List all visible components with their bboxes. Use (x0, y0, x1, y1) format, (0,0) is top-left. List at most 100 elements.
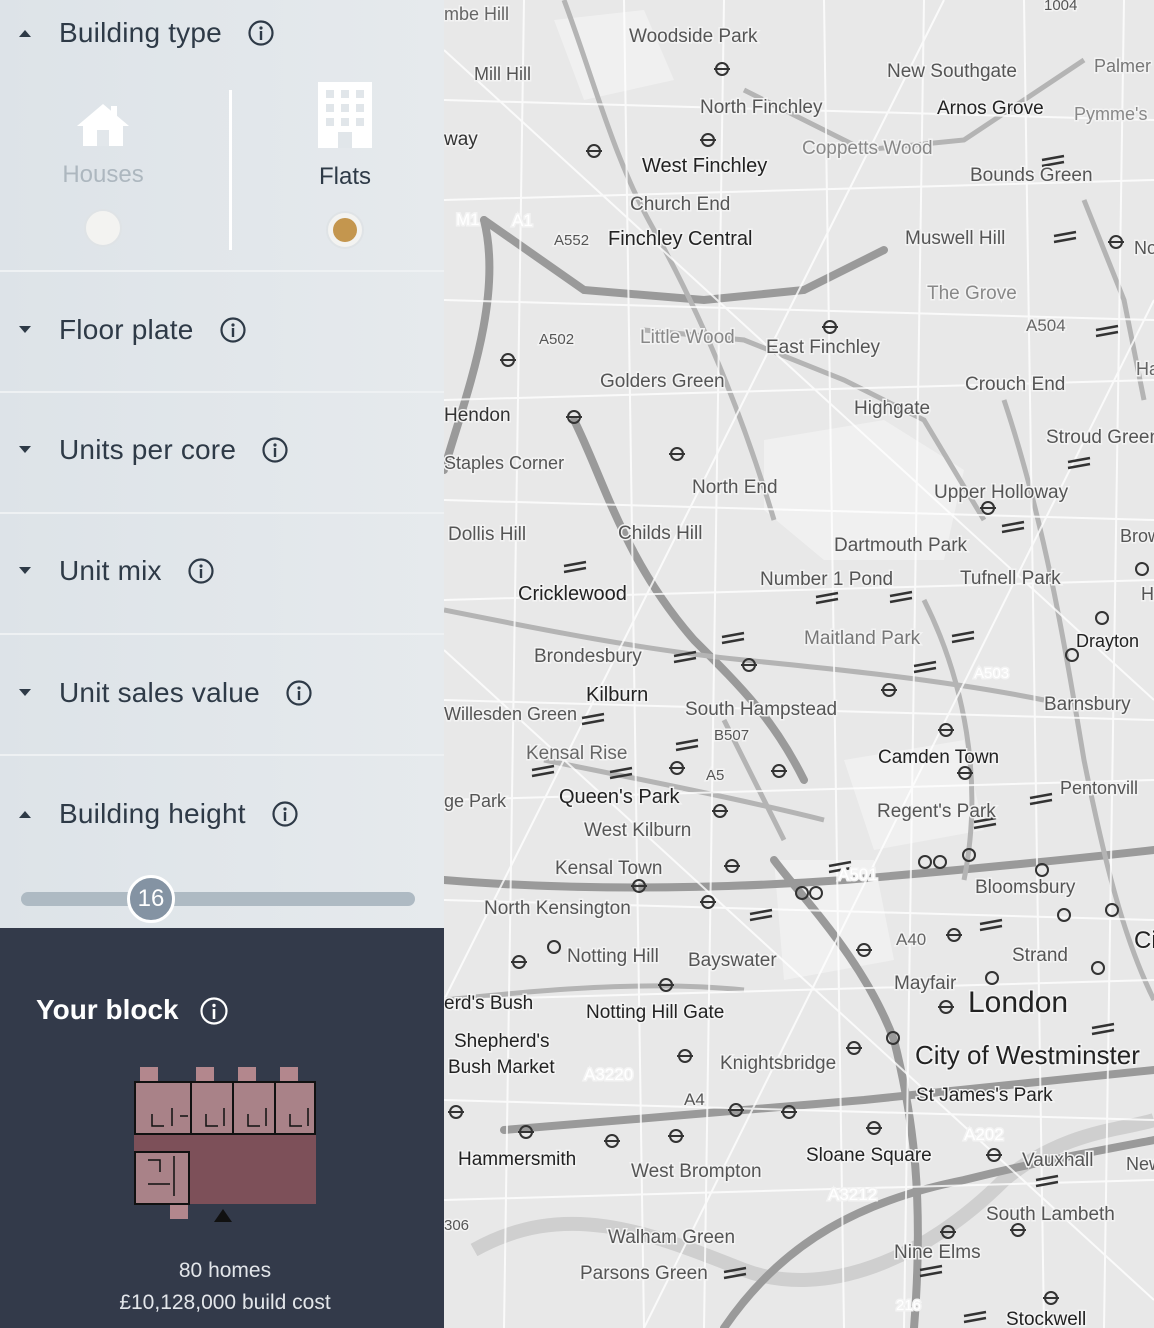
map-place-label: Mayfair (894, 973, 957, 994)
map-place-label: New Southgate (887, 61, 1017, 82)
map-place-label: Pymme's (1074, 104, 1147, 124)
map-place-label: Kensal Rise (526, 743, 627, 764)
info-icon[interactable] (188, 558, 214, 584)
map-place-label: Golders Green (600, 371, 725, 392)
map-place-label: Brondesbury (534, 646, 642, 667)
map-place-label: A1 (512, 211, 533, 230)
map-place-label: South Hampstead (685, 699, 837, 720)
info-icon[interactable] (219, 317, 246, 343)
map-place-label: A3220 (584, 1065, 633, 1084)
map-place-label: erd's Bush (444, 993, 533, 1014)
your-block-title: Your block (36, 994, 179, 1025)
map-place-label: Notting Hill (567, 946, 659, 967)
info-icon[interactable] (248, 20, 274, 46)
map-place-label: Willesden Green (444, 704, 577, 724)
building-height-slider-track[interactable] (21, 892, 415, 906)
build-cost: £10,128,000 build cost (119, 1291, 331, 1314)
units-per-core-header[interactable]: Units per core (0, 420, 444, 480)
map-place-label: Number 1 Pond (760, 569, 893, 590)
map-place-label: A504 (1026, 316, 1066, 335)
map-place-label: Dartmouth Park (834, 535, 968, 556)
map-place-label: A4 (684, 1090, 705, 1109)
building-height-header[interactable]: Building height (0, 784, 444, 844)
map-place-label: A202 (964, 1125, 1004, 1144)
map-place-label: Arnos Grove (937, 98, 1044, 119)
map-place-label: A3212 (828, 1185, 877, 1204)
map-place-label: London (968, 986, 1068, 1019)
map-place-label: way (444, 129, 478, 150)
map-place-label: Kensal Town (555, 858, 662, 879)
caret-down-icon (18, 686, 32, 700)
map-place-label: Bounds Green (970, 165, 1093, 186)
info-icon[interactable] (200, 997, 228, 1025)
map-place-label: Hendon (444, 405, 511, 426)
unit-sales-value-header[interactable]: Unit sales value (0, 663, 444, 723)
map-place-label: Tufnell Park (960, 568, 1061, 589)
flats-label: Flats (318, 163, 371, 190)
unit-sales-value-section: Unit sales value (0, 635, 444, 754)
map-place-label: North Finchley (700, 97, 823, 118)
map-place-label: Ha (1136, 359, 1154, 379)
building-type-title: Building type (59, 17, 222, 48)
map[interactable]: mbe Hill Woodside Park Mill Hill New Southg… (444, 0, 1154, 1328)
map-place-label: Camden Town (878, 747, 999, 768)
houses-label: Houses (62, 161, 144, 188)
unit-mix-header[interactable]: Unit mix (0, 541, 444, 601)
map-place-label: Mill Hill (474, 64, 531, 84)
map-canvas[interactable]: mbe Hill Woodside Park Mill Hill New Southg… (444, 0, 1154, 1328)
map-place-label: Stockwell (1006, 1309, 1086, 1328)
floor-plate-title: Floor plate (59, 314, 194, 345)
info-icon[interactable] (272, 801, 298, 827)
caret-up-icon (18, 26, 32, 40)
map-place-label: Pentonvill (1060, 778, 1138, 798)
building-height-slider-thumb[interactable]: 16 (127, 875, 176, 923)
building-type-header[interactable]: Building type (0, 3, 444, 63)
map-place-label: 1004 (1044, 0, 1077, 14)
houses-radio[interactable] (84, 209, 122, 247)
your-block-panel: Your block 80 homes £10,128,000 build co… (0, 928, 444, 1328)
unit-mix-section: Unit mix (0, 514, 444, 633)
map-place-label: The Grove (927, 283, 1017, 304)
map-place-label: Queen's Park (559, 786, 681, 808)
map-place-label: Church End (630, 194, 730, 215)
map-place-label: A40 (896, 930, 926, 949)
map-place-label: North End (692, 477, 778, 498)
map-place-label: New (1126, 1154, 1154, 1174)
map-place-label: A5 (706, 767, 724, 784)
map-place-label: Childs Hill (618, 523, 702, 544)
map-place-label: mbe Hill (444, 4, 509, 24)
map-place-label: Highgate (854, 398, 930, 419)
map-place-label: Stroud Green (1046, 427, 1154, 448)
caret-down-icon (18, 443, 32, 457)
building-height-title: Building height (59, 798, 246, 829)
homes-count: 80 homes (178, 1259, 272, 1282)
map-place-label: Crouch End (965, 374, 1065, 395)
unit-mix-title: Unit mix (59, 555, 162, 586)
info-icon[interactable] (286, 680, 312, 706)
flats-radio[interactable] (326, 211, 364, 249)
map-place-label: M1 (456, 210, 480, 229)
floor-plate-header[interactable]: Floor plate (0, 300, 444, 360)
map-place-label: Bayswater (688, 950, 777, 971)
map-place-label: Muswell Hill (905, 228, 1005, 249)
map-place-label: Knightsbridge (720, 1053, 836, 1074)
caret-down-icon (18, 564, 32, 578)
selected-dot (333, 218, 357, 242)
map-place-label: Kilburn (586, 684, 648, 706)
map-place-label: South Lambeth (986, 1204, 1115, 1225)
map-place-label: 306 (444, 1217, 469, 1234)
houses-option[interactable]: Houses (43, 100, 163, 247)
units-per-core-section: Units per core (0, 393, 444, 512)
info-icon[interactable] (262, 437, 288, 463)
map-place-label: West Brompton (631, 1161, 762, 1182)
floor-plate-section: Floor plate (0, 272, 444, 391)
map-place-label: Nine Elms (894, 1242, 981, 1263)
map-place-label: North Kensington (484, 898, 631, 919)
option-divider (229, 90, 232, 250)
map-place-label: Dollis Hill (448, 524, 526, 545)
map-place-label: Noe (1134, 238, 1154, 258)
map-place-label: Barnsbury (1044, 694, 1131, 715)
flats-option[interactable]: Flats (285, 82, 405, 249)
map-place-label: Drayton (1076, 631, 1139, 651)
map-place-label: Regent's Park (877, 801, 996, 822)
